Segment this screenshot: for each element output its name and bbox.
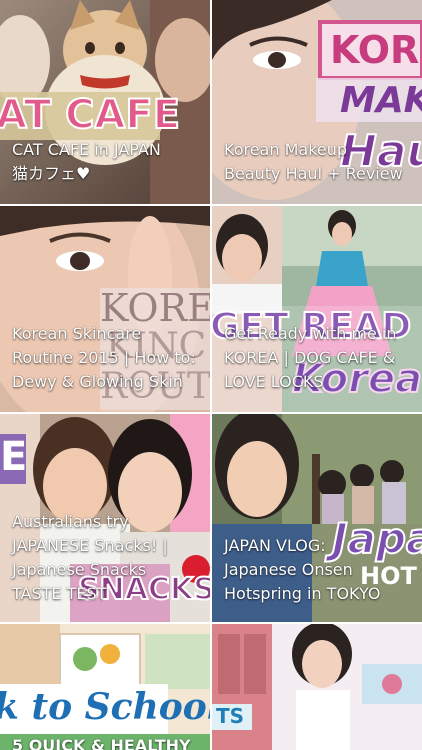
video-tile-8[interactable]: TS xyxy=(212,624,422,750)
grid-divider xyxy=(210,0,212,750)
video-grid: AT CAFE CAT CAFE in JAPAN 猫カフェ♥ KORE MAK… xyxy=(0,0,422,750)
video-thumbnail xyxy=(212,624,422,750)
video-tile-korean-makeup[interactable]: KORE MAK Hau Korean Makeup Beauty Haul +… xyxy=(212,0,422,204)
video-title: 5 QUICK & HEALTHY xyxy=(12,736,191,750)
video-title: Korean Skincare Routine 2015 | How to: D… xyxy=(12,324,196,391)
video-tile-get-ready-korea[interactable]: GET READ Korea Get Ready with me in KORE… xyxy=(212,206,422,412)
video-thumbnail xyxy=(0,624,210,750)
video-tile-japanese-snacks[interactable]: E SNACKS Australians try JAPANESE Snacks… xyxy=(0,414,210,622)
video-tile-back-to-school[interactable]: k to School 5 QUICK & HEALTHY xyxy=(0,624,210,750)
grid-divider xyxy=(0,412,422,414)
video-tile-japan-vlog[interactable]: Japa HOT SP JAPAN VLOG: Japanese Onsen H… xyxy=(212,414,422,622)
video-tile-cat-cafe[interactable]: AT CAFE CAT CAFE in JAPAN 猫カフェ♥ xyxy=(0,0,210,204)
grid-divider xyxy=(0,622,422,624)
video-title: Korean Makeup Beauty Haul + Review xyxy=(224,140,403,183)
video-title: Get Ready with me in KOREA | DOG CAFE & … xyxy=(224,324,397,391)
grid-divider xyxy=(0,204,422,206)
video-title: JAPAN VLOG: Japanese Onsen Hotspring in … xyxy=(224,536,381,603)
video-tile-korean-skincare[interactable]: KORE KINC ROUT Korean Skincare Routine 2… xyxy=(0,206,210,412)
video-title: Australians try JAPANESE Snacks! | Japan… xyxy=(12,512,168,603)
video-title: CAT CAFE in JAPAN 猫カフェ♥ xyxy=(12,140,161,183)
